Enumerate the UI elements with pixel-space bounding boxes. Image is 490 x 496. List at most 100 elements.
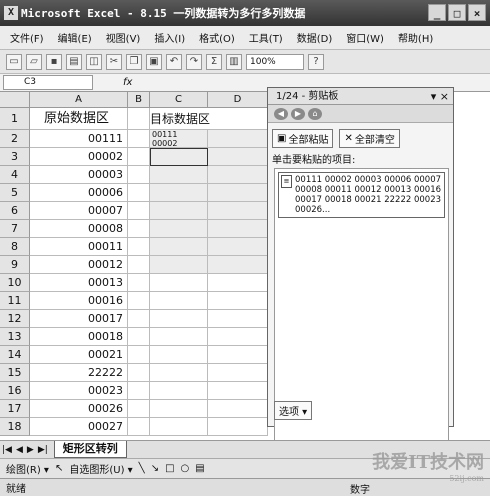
menu-help[interactable]: 帮助(H) bbox=[398, 30, 433, 45]
cell-b1[interactable] bbox=[128, 108, 150, 130]
row-header[interactable]: 9 bbox=[0, 256, 30, 274]
row-header[interactable]: 15 bbox=[0, 364, 30, 382]
menu-insert[interactable]: 插入(I) bbox=[154, 30, 185, 45]
cell-a16[interactable]: 00023 bbox=[30, 382, 128, 400]
preview-icon[interactable]: ◫ bbox=[86, 53, 102, 70]
cell-d16[interactable] bbox=[208, 382, 268, 400]
cell-d11[interactable] bbox=[208, 292, 268, 310]
row-header[interactable]: 7 bbox=[0, 220, 30, 238]
column-header-a[interactable]: A bbox=[30, 92, 128, 108]
cell-d3[interactable] bbox=[208, 148, 268, 166]
cell-d17[interactable] bbox=[208, 400, 268, 418]
cell-d13[interactable] bbox=[208, 328, 268, 346]
menu-tools[interactable]: 工具(T) bbox=[249, 30, 283, 45]
last-sheet-icon[interactable]: ▶| bbox=[38, 445, 48, 455]
redo-icon[interactable]: ↷ bbox=[186, 53, 202, 70]
autosum-button[interactable]: Σ bbox=[206, 53, 222, 70]
cell-d1[interactable] bbox=[208, 108, 268, 130]
forward-icon[interactable]: ▶ bbox=[291, 108, 305, 120]
cell-a4[interactable]: 00003 bbox=[30, 166, 128, 184]
row-header[interactable]: 10 bbox=[0, 274, 30, 292]
autoshape-menu[interactable]: 自选图形(U) ▾ bbox=[69, 461, 132, 476]
row-header[interactable]: 8 bbox=[0, 238, 30, 256]
cell-a15[interactable]: 22222 bbox=[30, 364, 128, 382]
cell-b13[interactable] bbox=[128, 328, 150, 346]
cell-a12[interactable]: 00017 bbox=[30, 310, 128, 328]
zoom-select[interactable]: 100% bbox=[246, 53, 304, 70]
prev-sheet-icon[interactable]: ◀ bbox=[16, 445, 23, 455]
cell-b15[interactable] bbox=[128, 364, 150, 382]
cell-d15[interactable] bbox=[208, 364, 268, 382]
row-header[interactable]: 18 bbox=[0, 418, 30, 436]
cell-b17[interactable] bbox=[128, 400, 150, 418]
open-icon[interactable]: ▱ bbox=[26, 53, 42, 70]
cell-c15[interactable] bbox=[150, 364, 208, 382]
cell-b18[interactable] bbox=[128, 418, 150, 436]
cell-d14[interactable] bbox=[208, 346, 268, 364]
cell-c17[interactable] bbox=[150, 400, 208, 418]
cell-a1[interactable]: 原始数据区 bbox=[30, 108, 128, 130]
cell-a11[interactable]: 00016 bbox=[30, 292, 128, 310]
cell-a9[interactable]: 00012 bbox=[30, 256, 128, 274]
arrow-icon[interactable]: ↘ bbox=[151, 463, 159, 474]
maximize-button[interactable]: □ bbox=[448, 4, 466, 21]
options-button[interactable]: 选项 ▾ bbox=[274, 401, 313, 420]
cell-d7[interactable] bbox=[208, 220, 268, 238]
column-header-b[interactable]: B bbox=[128, 92, 150, 108]
menu-file[interactable]: 文件(F) bbox=[10, 30, 44, 45]
row-header[interactable]: 6 bbox=[0, 202, 30, 220]
rectangle-icon[interactable]: □ bbox=[165, 463, 174, 474]
cut-icon[interactable]: ✂ bbox=[106, 53, 122, 70]
row-header[interactable]: 11 bbox=[0, 292, 30, 310]
menu-data[interactable]: 数据(D) bbox=[297, 30, 333, 45]
cell-b3[interactable] bbox=[128, 148, 150, 166]
cursor-icon[interactable]: ↖ bbox=[55, 463, 63, 474]
cell-d5[interactable] bbox=[208, 184, 268, 202]
cell-a10[interactable]: 00013 bbox=[30, 274, 128, 292]
row-header[interactable]: 12 bbox=[0, 310, 30, 328]
cell-d18[interactable] bbox=[208, 418, 268, 436]
row-header[interactable]: 16 bbox=[0, 382, 30, 400]
close-icon[interactable]: ▾ × bbox=[431, 88, 449, 105]
cell-c4[interactable] bbox=[150, 166, 208, 184]
cell-d12[interactable] bbox=[208, 310, 268, 328]
line-icon[interactable]: ╲ bbox=[139, 463, 145, 474]
cell-a2[interactable]: 00111 bbox=[30, 130, 128, 148]
print-icon[interactable]: ▤ bbox=[66, 53, 82, 70]
cell-b10[interactable] bbox=[128, 274, 150, 292]
cell-c13[interactable] bbox=[150, 328, 208, 346]
cell-b2[interactable] bbox=[128, 130, 150, 148]
row-header[interactable]: 17 bbox=[0, 400, 30, 418]
cell-c5[interactable] bbox=[150, 184, 208, 202]
next-sheet-icon[interactable]: ▶ bbox=[27, 445, 34, 455]
cell-c1[interactable]: 目标数据区 bbox=[150, 108, 210, 130]
cell-a13[interactable]: 00018 bbox=[30, 328, 128, 346]
cell-a18[interactable]: 00027 bbox=[30, 418, 128, 436]
sheet-tab-active[interactable]: 矩形区转列 bbox=[53, 441, 127, 458]
row-header[interactable]: 5 bbox=[0, 184, 30, 202]
cell-a8[interactable]: 00011 bbox=[30, 238, 128, 256]
row-header[interactable]: 13 bbox=[0, 328, 30, 346]
row-header[interactable]: 14 bbox=[0, 346, 30, 364]
row-header[interactable]: 1 bbox=[0, 108, 30, 130]
cell-b14[interactable] bbox=[128, 346, 150, 364]
new-icon[interactable]: ▭ bbox=[6, 53, 22, 70]
close-button[interactable]: × bbox=[468, 4, 486, 21]
clear-all-button[interactable]: ✕ 全部清空 bbox=[339, 129, 400, 148]
menu-window[interactable]: 窗口(W) bbox=[346, 30, 384, 45]
help-icon[interactable]: ? bbox=[308, 53, 324, 70]
undo-icon[interactable]: ↶ bbox=[166, 53, 182, 70]
first-sheet-icon[interactable]: |◀ bbox=[2, 445, 12, 455]
menu-edit[interactable]: 编辑(E) bbox=[58, 30, 92, 45]
home-icon[interactable]: ⌂ bbox=[308, 108, 322, 120]
cell-d2[interactable] bbox=[208, 130, 268, 148]
cell-c7[interactable] bbox=[150, 220, 208, 238]
cell-c8[interactable] bbox=[150, 238, 208, 256]
fx-icon[interactable]: fx bbox=[123, 77, 132, 88]
row-header[interactable]: 4 bbox=[0, 166, 30, 184]
row-header[interactable]: 3 bbox=[0, 148, 30, 166]
cell-c14[interactable] bbox=[150, 346, 208, 364]
cell-b12[interactable] bbox=[128, 310, 150, 328]
cell-c11[interactable] bbox=[150, 292, 208, 310]
cell-b16[interactable] bbox=[128, 382, 150, 400]
